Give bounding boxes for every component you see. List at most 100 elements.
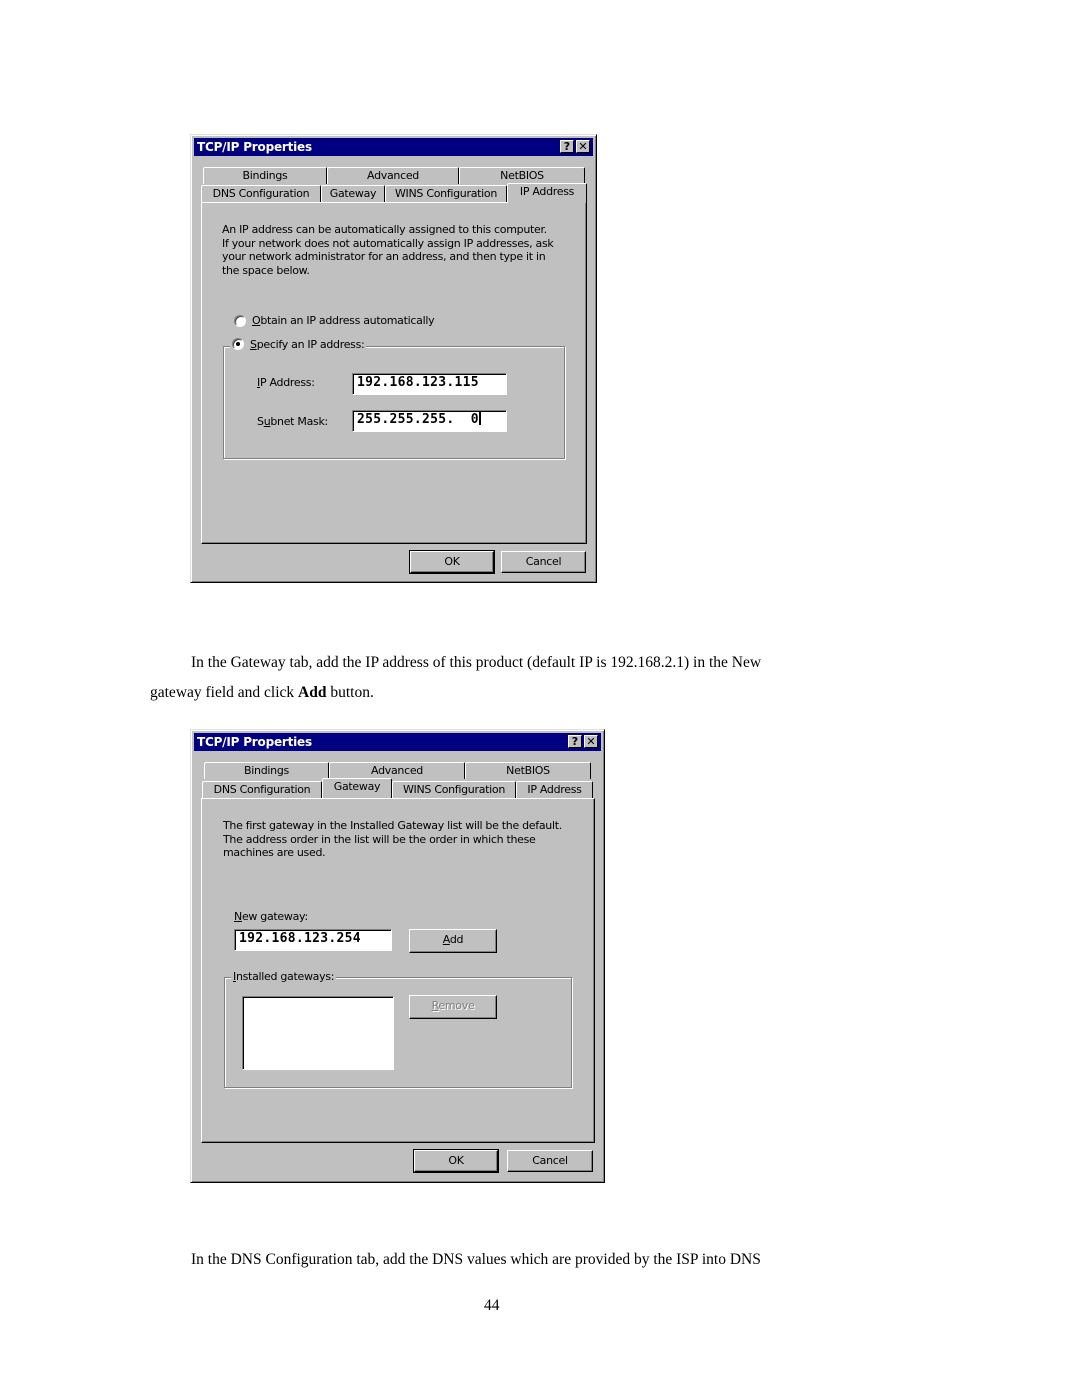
button-label: OK [444, 555, 460, 568]
specify-ip-group-header: Specify an IP address: [230, 338, 367, 351]
tab-netbios[interactable]: NetBIOS [459, 167, 585, 184]
label-text: bnet Mask: [270, 415, 328, 428]
tab-advanced[interactable]: Advanced [327, 167, 459, 184]
specify-ip-radio[interactable] [232, 338, 244, 350]
instruction-bold-add: Add [298, 684, 327, 701]
subnet-mask-value: 255.255.255. 0 [357, 412, 479, 427]
tab-panel: The first gateway in the Installed Gatew… [201, 798, 595, 1143]
tab-wins-configuration[interactable]: WINS Configuration [385, 185, 507, 202]
instruction-line: In the DNS Configuration tab, add the DN… [191, 1251, 761, 1268]
close-icon: ✕ [578, 140, 588, 153]
specify-ip-label[interactable]: Specify an IP address: [250, 338, 365, 351]
tab-label: WINS Configuration [394, 187, 498, 200]
tab-label: IP Address [519, 185, 575, 198]
installed-gateways-label: Installed gateways: [231, 970, 337, 983]
label-text: P Address: [259, 376, 315, 389]
description-line: The address order in the list will be th… [223, 832, 536, 846]
subnet-mask-field[interactable]: 255.255.255. 0 [352, 410, 507, 432]
label-text: btain an IP address automatically [260, 314, 435, 327]
tab-label: NetBIOS [500, 169, 544, 182]
button-label: emove [438, 999, 475, 1012]
installed-gateways-list[interactable] [242, 996, 394, 1070]
tcpip-properties-dialog-gateway: TCP/IP Properties ? ✕ Bindings Advanced … [190, 729, 605, 1183]
help-icon: ? [563, 140, 571, 153]
tab-label: IP Address [527, 783, 582, 796]
obtain-ip-radio[interactable] [234, 315, 246, 327]
help-icon: ? [571, 735, 579, 748]
obtain-ip-label[interactable]: Obtain an IP address automatically [252, 314, 435, 327]
label-text: ew gateway: [241, 910, 308, 923]
tab-gateway[interactable]: Gateway [321, 185, 385, 202]
tab-ip-address[interactable]: IP Address [516, 781, 593, 798]
description-line: An IP address can be automatically assig… [222, 223, 547, 236]
instruction-paragraph-gateway-cont: gateway field and click Add button. [150, 684, 374, 702]
tcpip-properties-dialog-ip-address: TCP/IP Properties ? ✕ Bindings Advanced … [190, 134, 597, 583]
close-icon: ✕ [586, 735, 596, 748]
remove-button[interactable]: Remove [409, 995, 497, 1019]
add-button[interactable]: Add [409, 929, 497, 953]
tab-label: DNS Configuration [213, 783, 311, 796]
tab-ip-address[interactable]: IP Address [507, 183, 587, 203]
tab-label: DNS Configuration [212, 187, 310, 200]
tab-label: WINS Configuration [402, 783, 506, 796]
description-text: The first gateway in the Installed Gatew… [223, 819, 562, 860]
page-number: 44 [484, 1297, 500, 1314]
tab-label: NetBIOS [506, 764, 550, 777]
description-text: An IP address can be automatically assig… [222, 223, 554, 277]
instruction-line: In the Gateway tab, add the IP address o… [191, 654, 762, 671]
mnemonic: A [442, 933, 450, 946]
tab-label: Bindings [242, 169, 288, 182]
description-line: If your network does not automatically a… [222, 236, 554, 250]
tab-netbios[interactable]: NetBIOS [465, 762, 591, 779]
instruction-paragraph-gateway: In the Gateway tab, add the IP address o… [191, 654, 761, 672]
button-label: dd [449, 933, 464, 946]
tab-label: Gateway [333, 780, 381, 793]
new-gateway-label: New gateway: [234, 910, 308, 923]
description-line: the space below. [222, 263, 310, 277]
title-bar: TCP/IP Properties ? ✕ [194, 733, 601, 751]
cancel-button[interactable]: Cancel [501, 551, 586, 573]
ok-button[interactable]: OK [409, 550, 495, 574]
tab-gateway[interactable]: Gateway [322, 778, 392, 798]
ok-button[interactable]: OK [413, 1149, 499, 1173]
tab-label: Gateway [329, 187, 377, 200]
instruction-text: gateway field and click [150, 684, 299, 701]
tab-label: Advanced [367, 169, 419, 182]
cancel-button[interactable]: Cancel [507, 1150, 593, 1172]
mnemonic: N [234, 910, 242, 923]
subnet-mask-label: Subnet Mask: [257, 415, 328, 428]
tab-bindings[interactable]: Bindings [203, 167, 327, 184]
button-label: OK [448, 1154, 464, 1167]
description-line: The first gateway in the Installed Gatew… [223, 819, 562, 832]
tab-bindings[interactable]: Bindings [204, 762, 329, 779]
specify-ip-groupbox [223, 346, 565, 459]
description-line: your network administrator for an addres… [222, 250, 546, 263]
button-label: Cancel [532, 1154, 568, 1167]
close-button[interactable]: ✕ [576, 140, 590, 153]
text-cursor [478, 411, 481, 425]
dialog-title: TCP/IP Properties [197, 140, 312, 154]
description-line: machines are used. [223, 846, 326, 859]
tab-advanced[interactable]: Advanced [329, 762, 465, 779]
dialog-title: TCP/IP Properties [197, 735, 312, 749]
label-text: S [257, 415, 264, 428]
title-bar: TCP/IP Properties ? ✕ [194, 138, 593, 156]
help-button[interactable]: ? [568, 735, 582, 748]
new-gateway-field[interactable]: 192.168.123.254 [234, 929, 392, 951]
help-button[interactable]: ? [560, 140, 574, 153]
close-button[interactable]: ✕ [584, 735, 598, 748]
tab-dns-configuration[interactable]: DNS Configuration [202, 781, 322, 798]
instruction-paragraph-dns: In the DNS Configuration tab, add the DN… [191, 1251, 761, 1269]
tab-dns-configuration[interactable]: DNS Configuration [201, 185, 321, 202]
mnemonic: S [250, 338, 257, 351]
tab-panel: An IP address can be automatically assig… [201, 202, 587, 544]
label-text: nstalled gateways: [235, 970, 335, 983]
ip-address-field[interactable]: 192.168.123.115 [352, 373, 507, 395]
ip-address-label: IP Address: [257, 376, 315, 389]
tab-wins-configuration[interactable]: WINS Configuration [392, 781, 516, 798]
tab-label: Advanced [371, 764, 423, 777]
label-text: pecify an IP address: [256, 338, 365, 351]
instruction-text: button. [326, 684, 374, 701]
tab-label: Bindings [244, 764, 289, 777]
button-label: Cancel [525, 555, 562, 568]
